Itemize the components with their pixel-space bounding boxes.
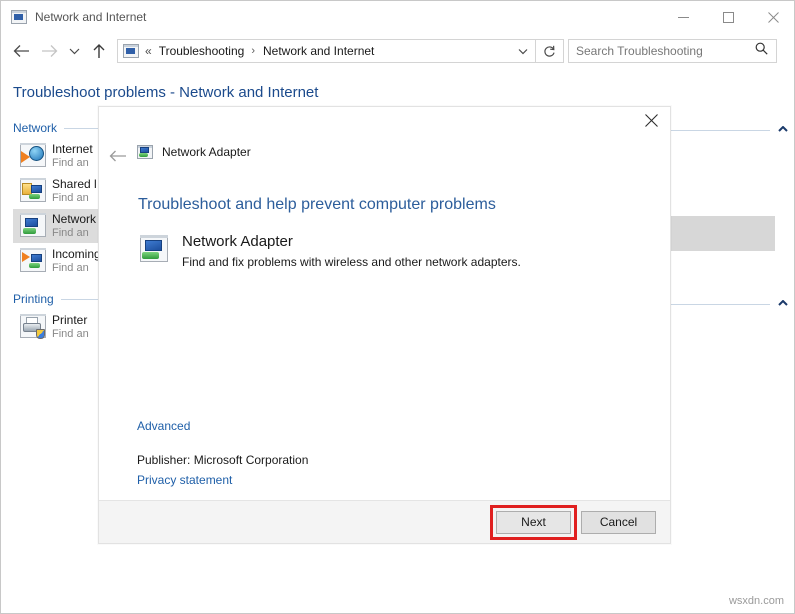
section-rule — [669, 304, 770, 305]
dialog-back-arrow-icon[interactable] — [106, 144, 130, 168]
list-item-subtitle: Find an — [52, 327, 89, 341]
network-adapter-icon — [138, 233, 170, 265]
watermark: wsxdn.com — [729, 595, 784, 607]
search-box[interactable]: Search Troubleshooting — [568, 39, 777, 63]
address-bar[interactable]: « Troubleshooting › Network and Internet — [117, 39, 536, 63]
list-item-title: Network — [52, 212, 96, 226]
list-item-subtitle: Find an — [52, 261, 101, 275]
network-adapter-icon — [19, 212, 47, 240]
window-controls — [661, 1, 795, 33]
breadcrumb-separator[interactable]: › — [251, 45, 255, 57]
back-arrow-icon[interactable] — [7, 37, 35, 65]
search-icon[interactable] — [755, 42, 768, 60]
close-icon[interactable] — [751, 1, 795, 33]
next-button[interactable]: Next — [496, 511, 571, 534]
troubleshooter-summary: Network Adapter Find and fix problems wi… — [138, 233, 521, 271]
background-section-rule-bottom — [669, 299, 789, 309]
window-title: Network and Internet — [35, 1, 146, 33]
maximize-icon[interactable] — [706, 1, 751, 33]
background-placeholder-block — [668, 216, 775, 251]
list-item-subtitle: Find an — [52, 191, 97, 205]
explorer-window: Network and Internet — [0, 0, 795, 614]
breadcrumb-network-and-internet[interactable]: Network and Internet — [263, 44, 374, 58]
internet-connections-icon — [19, 142, 47, 170]
cancel-button[interactable]: Cancel — [581, 511, 656, 534]
cancel-button-wrapper: Cancel — [581, 511, 656, 534]
dialog-footer: Next Cancel — [99, 500, 670, 543]
refresh-icon[interactable] — [536, 39, 564, 63]
network-adapter-icon — [137, 145, 153, 159]
dialog-heading: Troubleshoot and help prevent computer p… — [138, 196, 496, 214]
window-titlebar: Network and Internet — [1, 1, 795, 33]
recent-locations-chevron-down-icon[interactable] — [63, 37, 85, 65]
category-label: Printing — [13, 292, 54, 306]
troubleshooter-description: Find and fix problems with wireless and … — [182, 253, 521, 271]
publisher-label: Publisher: Microsoft Corporation — [137, 453, 308, 467]
list-item-title: Shared l — [52, 177, 97, 191]
troubleshooter-name: Network Adapter — [182, 233, 521, 251]
breadcrumb-troubleshooting[interactable]: Troubleshooting — [159, 44, 245, 58]
navigation-bar: « Troubleshooting › Network and Internet… — [1, 33, 795, 69]
incoming-connections-icon — [19, 247, 47, 275]
page-title: Troubleshoot problems - Network and Inte… — [13, 84, 318, 101]
dialog-titlebar: Network Adapter — [137, 145, 251, 159]
list-item-title: Internet — [52, 142, 93, 156]
search-input[interactable]: Search Troubleshooting — [576, 44, 703, 58]
list-item-title: Incoming — [52, 247, 101, 261]
advanced-link[interactable]: Advanced — [137, 419, 190, 433]
address-control-panel-icon — [123, 44, 139, 58]
minimize-icon[interactable] — [661, 1, 706, 33]
category-label: Network — [13, 121, 57, 135]
list-item-subtitle: Find an — [52, 226, 96, 240]
privacy-statement-link[interactable]: Privacy statement — [137, 473, 232, 487]
up-arrow-icon[interactable] — [85, 37, 113, 65]
next-button-wrapper: Next — [496, 511, 571, 534]
forward-arrow-icon — [35, 37, 63, 65]
dialog-title: Network Adapter — [162, 145, 251, 159]
list-item-subtitle: Find an — [52, 156, 93, 170]
shared-folders-icon — [19, 177, 47, 205]
printer-icon — [19, 313, 47, 341]
chevron-up-icon[interactable] — [778, 299, 788, 309]
section-rule — [669, 130, 770, 131]
address-chevron-down-icon[interactable] — [511, 40, 535, 62]
chevron-up-icon[interactable] — [778, 125, 788, 135]
control-panel-icon — [11, 10, 27, 24]
background-section-rule-top — [669, 125, 789, 135]
address-overflow[interactable]: « — [145, 44, 151, 58]
list-item-title: Printer — [52, 313, 89, 327]
troubleshooter-dialog: Network Adapter Troubleshoot and help pr… — [98, 106, 671, 544]
dialog-close-icon[interactable] — [637, 108, 665, 132]
